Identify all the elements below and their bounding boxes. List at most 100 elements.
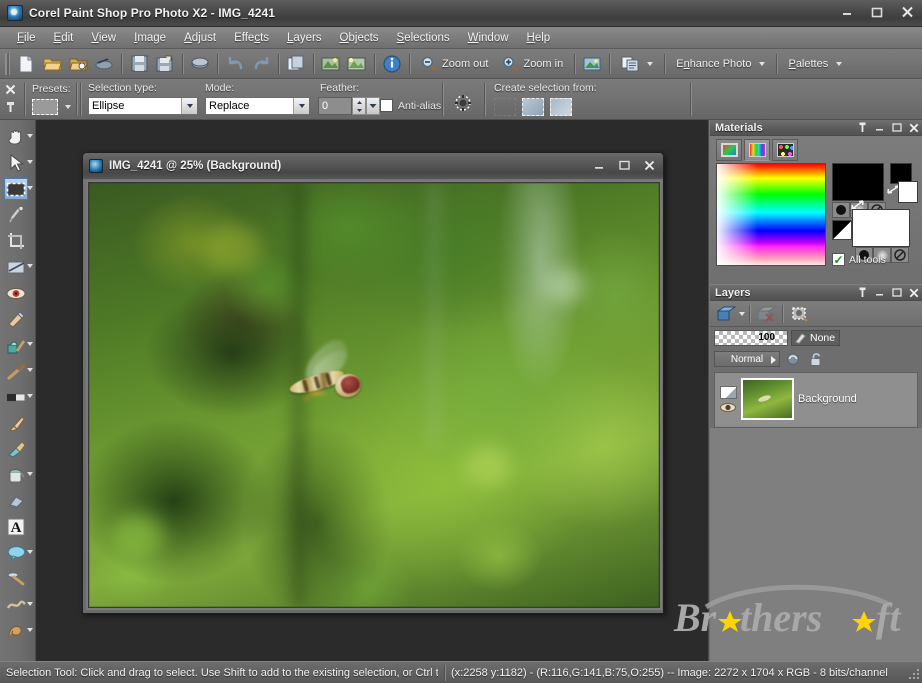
canvas-container[interactable] <box>86 180 662 610</box>
chevron-down-icon[interactable] <box>65 105 71 109</box>
list-item[interactable]: Background <box>715 373 917 425</box>
menu-image[interactable]: Image <box>125 30 175 46</box>
capture-setup-icon[interactable] <box>318 52 344 76</box>
eye-icon[interactable] <box>719 402 737 413</box>
tool-red-eye[interactable] <box>0 280 35 306</box>
chevron-down-icon[interactable] <box>27 550 33 554</box>
green-foliage-thumbnail[interactable] <box>741 378 794 420</box>
opacity-slider[interactable]: 100 <box>714 330 788 346</box>
antialias-control[interactable]: Anti-alias <box>380 99 441 112</box>
tool-clone[interactable] <box>0 332 35 358</box>
chevron-down-icon[interactable] <box>27 394 33 398</box>
printer-icon[interactable] <box>91 52 117 76</box>
print-button[interactable] <box>187 52 213 76</box>
chevron-down-icon[interactable] <box>27 186 33 190</box>
chevron-down-icon[interactable] <box>27 264 33 268</box>
tab-swatches[interactable] <box>772 139 798 161</box>
zoom-in-button[interactable]: Zoom in <box>495 52 570 76</box>
close-icon[interactable] <box>908 286 919 299</box>
tool-preset-shape[interactable] <box>0 540 35 566</box>
chevron-down-icon[interactable] <box>27 472 33 476</box>
menu-adjust[interactable]: Adjust <box>175 30 225 46</box>
undo-arrow-icon[interactable] <box>222 52 248 76</box>
chevron-down-icon[interactable] <box>759 62 765 66</box>
all-tools-control[interactable]: ✓ All tools <box>832 253 886 266</box>
chevron-down-icon[interactable] <box>647 62 653 66</box>
chevron-down-icon[interactable] <box>27 342 33 346</box>
layer-link-icon[interactable] <box>783 350 803 368</box>
close-icon[interactable] <box>908 121 919 134</box>
new-layer-icon[interactable] <box>714 304 738 324</box>
document-title-bar[interactable]: IMG_4241 @ 25% (Background) <box>83 153 663 179</box>
mask-selection-icon[interactable] <box>522 98 544 116</box>
tool-mesh-warp[interactable] <box>0 618 35 644</box>
tool-freehand-selection[interactable] <box>0 202 35 228</box>
background-mini-swatch[interactable] <box>898 181 918 203</box>
mdi-workspace[interactable]: IMG_4241 @ 25% (Background) <box>36 120 709 661</box>
tool-flood-fill[interactable] <box>0 462 35 488</box>
pin-icon[interactable] <box>857 121 868 134</box>
maximize-icon[interactable] <box>891 286 902 299</box>
image-canvas[interactable] <box>88 182 660 608</box>
document-window[interactable]: IMG_4241 @ 25% (Background) <box>82 152 664 614</box>
menu-effects[interactable]: Effects <box>225 30 278 46</box>
copy-paste-button[interactable] <box>614 52 660 76</box>
menu-view[interactable]: View <box>82 30 125 46</box>
tool-scratch-remover[interactable] <box>0 358 35 384</box>
feather-dropdown[interactable] <box>366 97 380 115</box>
chevron-down-icon[interactable] <box>836 62 842 66</box>
feather-input[interactable]: 0 <box>318 97 352 115</box>
close-icon[interactable] <box>896 3 918 21</box>
selection-type-combo[interactable]: Ellipse <box>88 97 198 115</box>
feather-stepper[interactable] <box>352 97 366 115</box>
presets-dropdown[interactable] <box>32 99 71 115</box>
no-fill-icon[interactable] <box>891 247 909 263</box>
chevron-down-icon[interactable] <box>739 312 745 316</box>
color-picker-gradient[interactable] <box>716 163 826 266</box>
tool-eraser[interactable] <box>0 488 35 514</box>
tool-zoom[interactable] <box>0 150 35 176</box>
vector-selection-icon[interactable] <box>494 98 516 116</box>
tab-rainbow[interactable] <box>744 139 770 161</box>
highlight-control[interactable]: None <box>791 330 840 346</box>
menu-file[interactable]: FFileile <box>8 30 45 46</box>
minimize-icon[interactable] <box>836 3 858 21</box>
tool-warp-brush[interactable] <box>0 592 35 618</box>
solid-color-icon[interactable] <box>832 202 850 218</box>
chevron-down-icon[interactable] <box>181 98 197 114</box>
chevron-down-icon[interactable] <box>293 98 309 114</box>
antialias-checkbox[interactable] <box>380 99 393 112</box>
toolbar-grip[interactable] <box>5 53 10 75</box>
mask-overlay-icon[interactable] <box>787 304 811 324</box>
tool-crop[interactable] <box>0 228 35 254</box>
menu-edit[interactable]: Edit <box>45 30 83 46</box>
maximize-icon[interactable] <box>616 157 632 173</box>
minimize-icon[interactable] <box>874 286 885 299</box>
enhance-photo-button[interactable]: Enhance Photo <box>669 52 772 76</box>
tool-dodge-burn[interactable] <box>0 384 35 410</box>
palettes-button[interactable]: Palettes <box>781 52 849 76</box>
open-folder-button[interactable] <box>39 52 65 76</box>
chevron-down-icon[interactable] <box>27 628 33 632</box>
save-button[interactable] <box>126 52 152 76</box>
options-close-icon[interactable] <box>5 84 16 95</box>
resize-grip-icon[interactable] <box>908 669 920 681</box>
minimize-icon[interactable] <box>591 157 607 173</box>
unlocked-padlock-icon[interactable] <box>806 350 826 368</box>
foreground-color-swatch[interactable] <box>832 163 884 201</box>
maximize-icon[interactable] <box>891 121 902 134</box>
chevron-down-icon[interactable] <box>27 134 33 138</box>
menu-help[interactable]: Help <box>518 30 560 46</box>
tool-pan[interactable] <box>0 124 35 150</box>
layer-list[interactable]: Background <box>714 372 918 428</box>
layers-title-bar[interactable]: Layers <box>710 285 922 301</box>
blend-mode-combo[interactable]: Normal <box>714 351 780 367</box>
minimize-icon[interactable] <box>874 121 885 134</box>
tool-text[interactable]: A <box>0 514 35 540</box>
background-color-swatch[interactable] <box>852 209 910 247</box>
layer-mask-thumb-icon[interactable] <box>720 386 737 399</box>
save-as-button[interactable] <box>152 52 178 76</box>
all-tools-checkbox[interactable]: ✓ <box>832 253 845 266</box>
menu-layers[interactable]: Layers <box>278 30 331 46</box>
overview-image-icon[interactable] <box>579 52 605 76</box>
